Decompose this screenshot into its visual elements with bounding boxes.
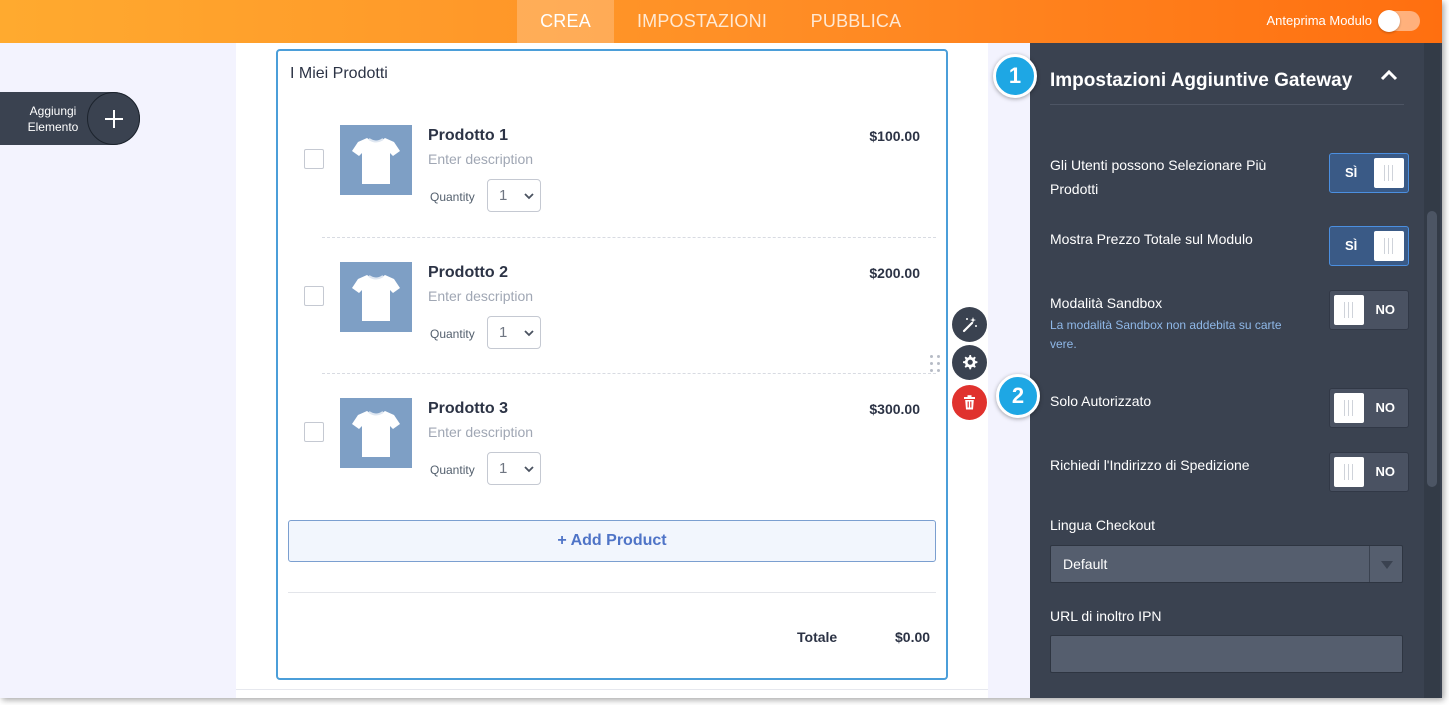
preview-label: Anteprima Modulo — [1266, 13, 1373, 28]
chevron-down-icon — [524, 330, 534, 337]
select-separator — [1369, 546, 1370, 582]
app-frame: CREA IMPOSTAZIONI PUBBLICA Anteprima Mod… — [0, 0, 1442, 698]
product-divider — [322, 237, 936, 238]
tshirt-icon — [352, 138, 400, 184]
product-image — [340, 125, 412, 195]
product-item: Prodotto 2 Enter description Quantity 1 … — [278, 262, 946, 382]
chevron-down-icon — [524, 466, 534, 473]
settings-panel: Impostazioni Aggiuntive Gateway Gli Uten… — [1030, 43, 1442, 698]
toggle-knob — [1374, 231, 1404, 261]
chevron-down-icon — [524, 193, 534, 200]
product-item: Prodotto 3 Enter description Quantity 1 … — [278, 398, 946, 518]
setting-authorize-only-toggle[interactable]: NO — [1329, 388, 1409, 428]
magic-wand-button[interactable] — [952, 307, 987, 342]
product-name: Prodotto 3 — [428, 400, 508, 417]
total-label: Totale — [797, 629, 838, 645]
trash-icon — [964, 395, 975, 410]
toggle-knob — [1378, 10, 1400, 32]
callout-badge-1: 1 — [993, 54, 1037, 98]
product-description[interactable]: Enter description — [428, 424, 533, 440]
toggle-state: SÌ — [1345, 238, 1358, 253]
toggle-knob — [1374, 158, 1404, 188]
quantity-label: Quantity — [430, 190, 475, 204]
quantity-select[interactable]: 1 — [487, 316, 541, 349]
tshirt-icon — [352, 411, 400, 457]
product-name: Prodotto 2 — [428, 264, 508, 281]
callout-badge-2: 2 — [996, 374, 1040, 418]
product-name: Prodotto 1 — [428, 127, 508, 144]
delete-button[interactable] — [952, 385, 987, 420]
widget-title: I Miei Prodotti — [290, 65, 388, 82]
gear-icon — [963, 355, 978, 370]
tab-crea[interactable]: CREA — [517, 0, 614, 43]
tshirt-icon — [352, 275, 400, 321]
product-checkbox[interactable] — [304, 422, 324, 442]
add-element-label: Aggiungi Elemento — [27, 104, 79, 134]
toggle-state: NO — [1375, 302, 1396, 317]
setting-shipping-address-toggle[interactable]: NO — [1329, 452, 1409, 492]
checkout-language-label: Lingua Checkout — [1050, 517, 1156, 533]
tab-impostazioni[interactable]: IMPOSTAZIONI — [628, 0, 776, 43]
tab-pubblica[interactable]: PUBBLICA — [803, 0, 909, 43]
plus-icon[interactable] — [87, 92, 140, 145]
product-price: $200.00 — [869, 265, 920, 281]
settings-button[interactable] — [952, 345, 987, 380]
caret-down-icon — [1381, 561, 1393, 569]
panel-title: Impostazioni Aggiuntive Gateway — [1050, 70, 1353, 91]
setting-authorize-only-label: Solo Autorizzato — [1050, 393, 1152, 409]
quantity-value: 1 — [499, 324, 508, 341]
magic-wand-icon — [962, 317, 977, 333]
chevron-up-icon[interactable] — [1380, 69, 1398, 81]
toggle-state: NO — [1375, 400, 1396, 415]
product-checkbox[interactable] — [304, 286, 324, 306]
product-price: $100.00 — [869, 128, 920, 144]
panel-divider — [1050, 104, 1404, 105]
product-price: $300.00 — [869, 401, 920, 417]
setting-sandbox-label: Modalità Sandbox — [1050, 295, 1163, 311]
setting-show-total-label: Mostra Prezzo Totale sul Modulo — [1050, 231, 1253, 247]
quantity-label: Quantity — [430, 463, 475, 477]
setting-sandbox-help: La modalità Sandbox non addebita su cart… — [1050, 318, 1282, 351]
product-divider — [322, 373, 936, 374]
panel-scrollbar[interactable] — [1424, 43, 1440, 698]
product-image — [340, 398, 412, 468]
scrollbar-thumb[interactable] — [1427, 211, 1437, 487]
checkout-language-value: Default — [1063, 556, 1108, 572]
product-checkbox[interactable] — [304, 149, 324, 169]
canvas-divider — [236, 689, 988, 690]
toggle-knob — [1334, 457, 1364, 487]
top-navigation-bar: CREA IMPOSTAZIONI PUBBLICA Anteprima Mod… — [0, 0, 1442, 43]
add-product-button[interactable]: + Add Product — [288, 520, 936, 562]
preview-toggle[interactable] — [1378, 10, 1420, 32]
ipn-url-input[interactable] — [1050, 635, 1403, 673]
total-value: $0.00 — [895, 629, 931, 645]
quantity-select[interactable]: 1 — [487, 452, 541, 485]
product-description[interactable]: Enter description — [428, 151, 533, 167]
toggle-knob — [1334, 393, 1364, 423]
quantity-value: 1 — [499, 187, 508, 204]
toggle-knob — [1334, 295, 1364, 325]
drag-handle-icon[interactable] — [930, 355, 942, 375]
total-divider — [288, 592, 936, 593]
product-list-widget[interactable]: I Miei Prodotti Prodotto 1 Enter descrip… — [276, 49, 948, 680]
toggle-state: NO — [1375, 464, 1396, 479]
setting-shipping-address-label: Richiedi l'Indirizzo di Spedizione — [1050, 457, 1250, 473]
setting-multiple-products-toggle[interactable]: SÌ — [1329, 153, 1409, 193]
product-image — [340, 262, 412, 332]
quantity-select[interactable]: 1 — [487, 179, 541, 212]
quantity-label: Quantity — [430, 327, 475, 341]
toggle-state: SÌ — [1345, 165, 1358, 180]
quantity-value: 1 — [499, 460, 508, 477]
setting-sandbox-toggle[interactable]: NO — [1329, 290, 1409, 330]
product-item: Prodotto 1 Enter description Quantity 1 … — [278, 125, 946, 245]
setting-show-total-toggle[interactable]: SÌ — [1329, 226, 1409, 266]
add-element-button[interactable]: Aggiungi Elemento — [0, 92, 140, 145]
checkout-language-select[interactable]: Default — [1050, 545, 1403, 583]
ipn-url-label: URL di inoltro IPN — [1050, 608, 1162, 624]
setting-multiple-products-label: Gli Utenti possono Selezionare Più Prodo… — [1050, 157, 1267, 197]
product-description[interactable]: Enter description — [428, 288, 533, 304]
